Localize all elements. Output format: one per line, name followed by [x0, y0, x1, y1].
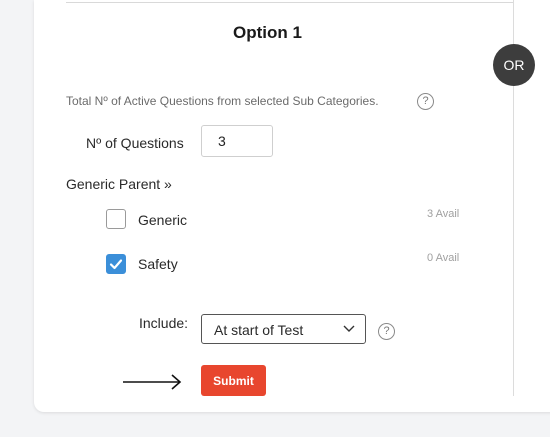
- generic-parent-label: Generic Parent »: [66, 176, 172, 192]
- generic-checkbox[interactable]: [106, 209, 126, 229]
- chevron-down-icon: [343, 325, 355, 332]
- option-title: Option 1: [233, 23, 302, 42]
- safety-avail-count: 0 Avail: [427, 252, 460, 264]
- safety-checkbox-label: Safety: [138, 256, 178, 272]
- generic-avail-count: 3 Avail: [427, 208, 460, 220]
- option-card: [34, 0, 550, 412]
- or-badge: OR: [493, 44, 535, 86]
- submit-button[interactable]: Submit: [201, 365, 266, 396]
- total-questions-info: Total Nº of Active Questions from select…: [66, 94, 379, 108]
- include-selected-value: At start of Test: [214, 322, 304, 338]
- num-questions-input[interactable]: [201, 125, 273, 157]
- generic-checkbox-label: Generic: [138, 212, 188, 228]
- help-icon[interactable]: ?: [417, 93, 434, 110]
- include-label: Include:: [139, 315, 189, 331]
- include-select[interactable]: At start of Test: [201, 314, 366, 344]
- top-divider: [66, 2, 514, 3]
- num-questions-label: Nº of Questions: [86, 135, 184, 151]
- arrow-right-icon: [123, 374, 182, 390]
- safety-checkbox[interactable]: [106, 254, 126, 274]
- include-help-icon[interactable]: ?: [378, 323, 395, 340]
- check-icon: [109, 258, 122, 269]
